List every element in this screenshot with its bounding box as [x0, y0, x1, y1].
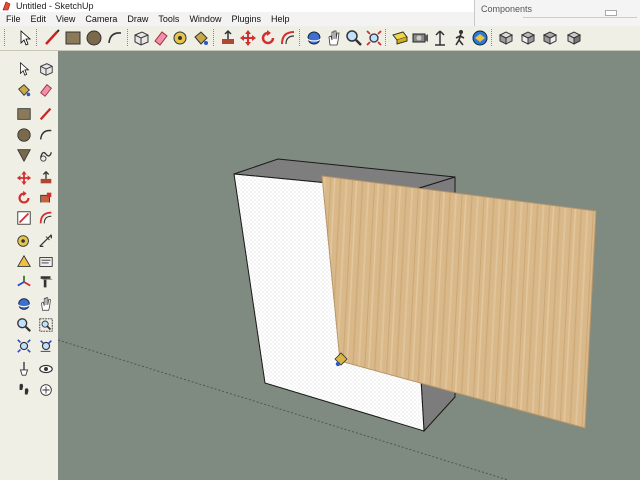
menu-window[interactable]: Window [184, 12, 226, 26]
toolbar-grip[interactable] [491, 29, 495, 46]
menu-view[interactable]: View [51, 12, 80, 26]
push-pull-icon[interactable] [219, 29, 237, 47]
model-viewport[interactable] [58, 51, 640, 480]
eraser-icon[interactable] [38, 82, 54, 98]
scale-icon[interactable] [16, 210, 32, 226]
zoom-extents-icon[interactable] [16, 338, 32, 354]
rectangle-icon[interactable] [64, 29, 82, 47]
arc-icon[interactable] [106, 29, 124, 47]
orbit-icon[interactable] [305, 29, 323, 47]
paint-bucket-icon[interactable] [192, 29, 210, 47]
dimension-icon[interactable] [38, 233, 54, 249]
rectangle-icon[interactable] [16, 106, 32, 122]
axes-icon[interactable] [16, 274, 32, 290]
section-plane-icon[interactable] [38, 382, 54, 398]
protractor-icon[interactable] [16, 254, 32, 270]
tape-measure-icon[interactable] [172, 29, 190, 47]
menu-draw[interactable]: Draw [122, 12, 153, 26]
pan-icon[interactable] [325, 29, 343, 47]
top-view-icon[interactable] [497, 29, 515, 47]
look-around-icon[interactable] [38, 361, 54, 377]
walk-icon[interactable] [16, 382, 32, 398]
text-icon[interactable] [38, 254, 54, 270]
sketchup-logo-icon [2, 1, 11, 11]
menu-camera[interactable]: Camera [80, 12, 122, 26]
polygon-icon[interactable] [16, 147, 32, 163]
toolbar-grip[interactable] [127, 29, 131, 46]
follow-me-icon[interactable] [38, 190, 54, 206]
menu-bar: File Edit View Camera Draw Tools Window Plugins… [0, 12, 474, 26]
toolbar-grip[interactable] [36, 29, 40, 46]
paint-bucket-icon[interactable] [16, 82, 32, 98]
previous-view-icon[interactable] [38, 338, 54, 354]
circle-icon[interactable] [85, 29, 103, 47]
push-pull-icon[interactable] [38, 170, 54, 186]
make-component-icon[interactable] [38, 61, 54, 77]
menu-tools[interactable]: Tools [153, 12, 184, 26]
line-icon[interactable] [43, 29, 61, 47]
look-around-icon[interactable] [431, 29, 449, 47]
position-camera-icon[interactable] [411, 29, 429, 47]
move-icon[interactable] [239, 29, 257, 47]
arc-icon[interactable] [38, 127, 54, 143]
menu-edit[interactable]: Edit [26, 12, 52, 26]
zoom-icon[interactable] [16, 317, 32, 333]
offset-icon[interactable] [279, 29, 297, 47]
right-view-icon[interactable] [541, 29, 559, 47]
position-camera-icon[interactable] [16, 361, 32, 377]
toolbar-grip[interactable] [385, 29, 389, 46]
previous-view-icon[interactable] [391, 29, 409, 47]
left-toolbar [0, 51, 59, 480]
title-bar: Untitled - SketchUp [0, 0, 474, 12]
rotate-icon[interactable] [259, 29, 277, 47]
scene-canvas[interactable] [58, 51, 640, 480]
back-view-icon[interactable] [565, 29, 583, 47]
panel-minimize-button[interactable] [605, 10, 617, 16]
front-view-icon[interactable] [519, 29, 537, 47]
menu-file[interactable]: File [0, 12, 26, 26]
panel-divider [523, 17, 637, 18]
select-icon[interactable] [16, 29, 34, 47]
iso-view-icon[interactable] [471, 29, 489, 47]
main-toolbar [0, 26, 640, 51]
menu-plugins[interactable]: Plugins [226, 12, 266, 26]
components-title[interactable]: Components [481, 4, 532, 14]
freehand-icon[interactable] [38, 147, 54, 163]
toolbar-grip[interactable] [4, 29, 8, 46]
components-panel: Components [474, 0, 640, 26]
zoom-extents-icon[interactable] [365, 29, 383, 47]
orbit-icon[interactable] [16, 296, 32, 312]
toolbar-grip[interactable] [213, 29, 217, 46]
3d-text-icon[interactable] [38, 274, 54, 290]
window-title: Untitled - SketchUp [16, 1, 94, 11]
offset-icon[interactable] [38, 210, 54, 226]
walk-icon[interactable] [451, 29, 469, 47]
line-icon[interactable] [38, 106, 54, 122]
circle-icon[interactable] [16, 127, 32, 143]
zoom-icon[interactable] [345, 29, 363, 47]
toolbar-grip[interactable] [299, 29, 303, 46]
select-icon[interactable] [16, 61, 32, 77]
pan-icon[interactable] [38, 296, 54, 312]
eraser-icon[interactable] [152, 29, 170, 47]
tape-measure-icon[interactable] [16, 233, 32, 249]
rotate-icon[interactable] [16, 190, 32, 206]
make-component-icon[interactable] [132, 29, 150, 47]
move-icon[interactable] [16, 170, 32, 186]
zoom-window-icon[interactable] [38, 317, 54, 333]
menu-help[interactable]: Help [266, 12, 295, 26]
